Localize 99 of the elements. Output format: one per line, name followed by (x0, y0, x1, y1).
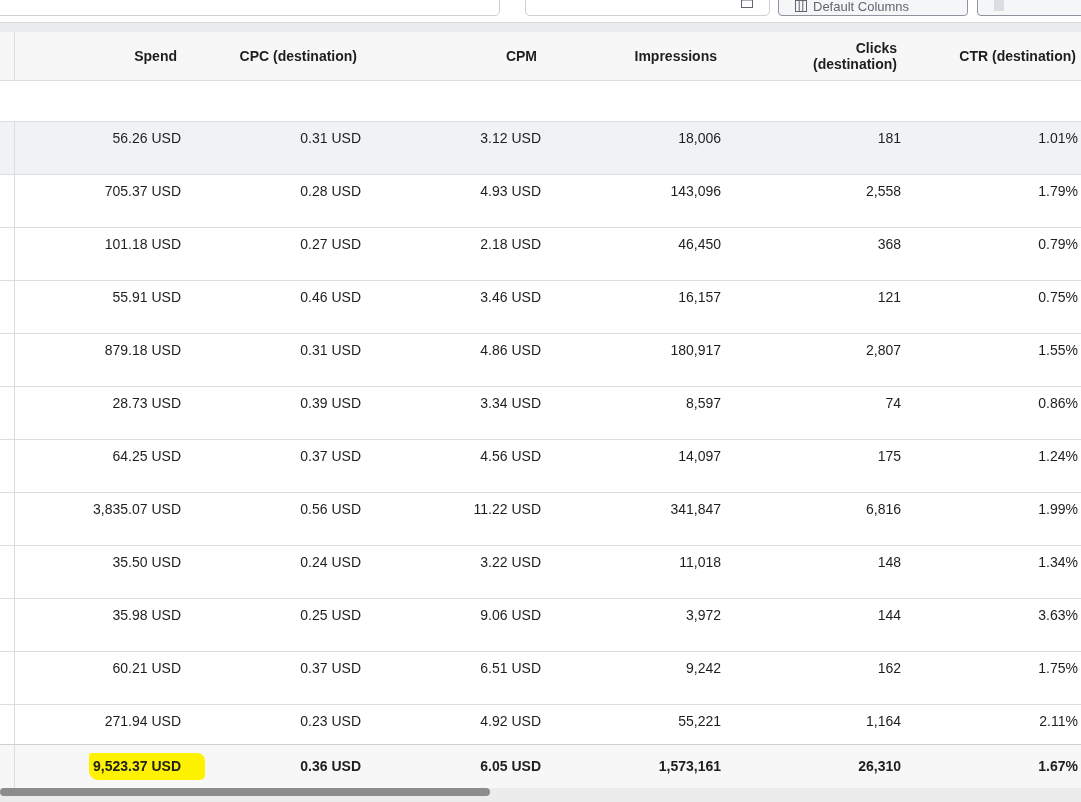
table-cell: 0.79% (1038, 236, 1078, 253)
table-row[interactable]: 55.91 USD 0.46 USD 3.46 USD 16,157 121 0.75% (0, 281, 1081, 334)
table-cell: 101.18 USD (104, 236, 181, 253)
column-header[interactable]: Clicks (destination) (773, 40, 897, 72)
table-cell: 64.25 USD (112, 448, 181, 465)
columns-icon (795, 0, 807, 12)
table-cell: 4.92 USD (480, 713, 541, 730)
table-cell: 705.37 USD (104, 183, 181, 200)
total-cell: 1.67% (1038, 758, 1078, 775)
columns-button[interactable]: Default Columns (778, 0, 968, 16)
table-cell: 180,917 (670, 342, 721, 359)
table-cell: 4.56 USD (480, 448, 541, 465)
table-row[interactable]: 879.18 USD 0.31 USD 4.86 USD 180,917 2,807 1.55% (0, 334, 1081, 387)
table-cell: 16,157 (678, 289, 721, 306)
table-row[interactable]: 35.50 USD 0.24 USD 3.22 USD 11,018 148 1.34% (0, 546, 1081, 599)
table-cell: 148 (877, 554, 901, 571)
table-cell: 3,835.07 USD (93, 501, 181, 518)
table-cell: 143,096 (670, 183, 721, 200)
table-cell: 1.34% (1038, 554, 1078, 571)
table-cell: 2,807 (865, 342, 901, 359)
table-cell: 11.22 USD (473, 501, 541, 518)
table-cell: 0.25 USD (300, 607, 361, 624)
table-cell: 0.37 USD (300, 448, 361, 465)
table-cell: 3.34 USD (480, 395, 541, 412)
table-cell: 3.63% (1038, 607, 1078, 624)
table-cell: 0.23 USD (300, 713, 361, 730)
table-cell: 2.11% (1039, 713, 1078, 730)
table-cell: 0.56 USD (300, 501, 361, 518)
table-cell: 56.26 USD (112, 130, 181, 147)
table-cell: 35.50 USD (112, 554, 181, 571)
table-cell: 8,597 (685, 395, 721, 412)
table-cell: 9,242 (685, 660, 721, 677)
table-cell: 35.98 USD (112, 607, 181, 624)
table-cell: 0.31 USD (300, 342, 361, 359)
table-cell: 1.99% (1038, 501, 1078, 518)
table-cell: 341,847 (670, 501, 721, 518)
table-row[interactable]: 64.25 USD 0.37 USD 4.56 USD 14,097 175 1.24% (0, 440, 1081, 493)
table-cell: 2,558 (865, 183, 901, 200)
table-cell: 14,097 (678, 448, 721, 465)
table-cell: 6,816 (865, 501, 901, 518)
table-cell: 1.24% (1038, 448, 1078, 465)
total-cell: 1,573,161 (658, 758, 721, 775)
table-row[interactable]: 705.37 USD 0.28 USD 4.93 USD 143,096 2,558 1.79% (0, 175, 1081, 228)
table-cell: 11,018 (679, 554, 721, 571)
table-cell: 55.91 USD (112, 289, 181, 306)
table-cell: 144 (877, 607, 901, 624)
table-cell: 1,164 (865, 713, 901, 730)
table-cell: 1.55% (1038, 342, 1078, 359)
table-cell: 3.46 USD (480, 289, 541, 306)
table-cell: 162 (877, 660, 901, 677)
table-cell: 0.39 USD (300, 395, 361, 412)
table-cell: 879.18 USD (104, 342, 181, 359)
table-cell: 55,221 (678, 713, 721, 730)
table-cell: 4.86 USD (480, 342, 541, 359)
total-cell: 0.36 USD (300, 758, 361, 775)
table-cell: 368 (877, 236, 901, 253)
table-row[interactable]: 3,835.07 USD 0.56 USD 11.22 USD 341,847 6,816 1.99% (0, 493, 1081, 546)
table-cell: 0.46 USD (300, 289, 361, 306)
table-cell: 181 (877, 130, 901, 147)
table-cell: 1.75% (1038, 660, 1078, 677)
table-row[interactable]: 101.18 USD 0.27 USD 2.18 USD 46,450 368 0.79% (0, 228, 1081, 281)
table-cell: 3.22 USD (480, 554, 541, 571)
table-row[interactable]: 56.26 USD 0.31 USD 3.12 USD 18,006 181 1.01% (0, 122, 1081, 175)
table-cell: 1.01% (1038, 130, 1078, 147)
table-cell: 0.31 USD (300, 130, 361, 147)
table-cell: 6.51 USD (480, 660, 541, 677)
table-cell: 1.79% (1038, 183, 1078, 200)
table-cell: 18,006 (678, 130, 721, 147)
table-cell: 9.06 USD (480, 607, 541, 624)
column-header[interactable]: Impressions (634, 48, 717, 64)
table-cell: 28.73 USD (112, 395, 181, 412)
table-cell: 271.94 USD (104, 713, 181, 730)
table-cell: 121 (877, 289, 901, 306)
column-header[interactable]: Spend (134, 48, 177, 64)
table-cell: 60.21 USD (112, 660, 181, 677)
column-header[interactable]: CTR (destination) (959, 48, 1076, 64)
table-cell: 2.18 USD (480, 236, 541, 253)
total-cell: 26,310 (858, 758, 901, 775)
table-cell: 0.27 USD (300, 236, 361, 253)
column-header[interactable]: CPC (destination) (239, 48, 357, 64)
total-cell: 6.05 USD (480, 758, 541, 775)
table-row[interactable]: 35.98 USD 0.25 USD 9.06 USD 3,972 144 3.63% (0, 599, 1081, 652)
table-cell: 0.24 USD (300, 554, 361, 571)
table-cell: 46,450 (678, 236, 721, 253)
table-cell: 3.12 USD (480, 130, 541, 147)
table-cell: 0.28 USD (300, 183, 361, 200)
table-cell: 0.37 USD (300, 660, 361, 677)
table-cell: 74 (885, 395, 901, 412)
page-icon (994, 0, 1004, 11)
table-cell: 175 (877, 448, 901, 465)
table-cell: 0.86% (1038, 395, 1078, 412)
column-header[interactable]: CPM (505, 48, 537, 64)
table-cell: 3,972 (685, 607, 721, 624)
highlighted-total-cell: 9,523.37 USD (89, 753, 205, 780)
table-cell: 0.75% (1038, 289, 1078, 306)
table-row[interactable]: 28.73 USD 0.39 USD 3.34 USD 8,597 74 0.86% (0, 387, 1081, 440)
table-row[interactable]: 60.21 USD 0.37 USD 6.51 USD 9,242 162 1.75% (0, 652, 1081, 705)
scrollbar-thumb[interactable] (0, 788, 490, 796)
table-cell: 4.93 USD (480, 183, 541, 200)
